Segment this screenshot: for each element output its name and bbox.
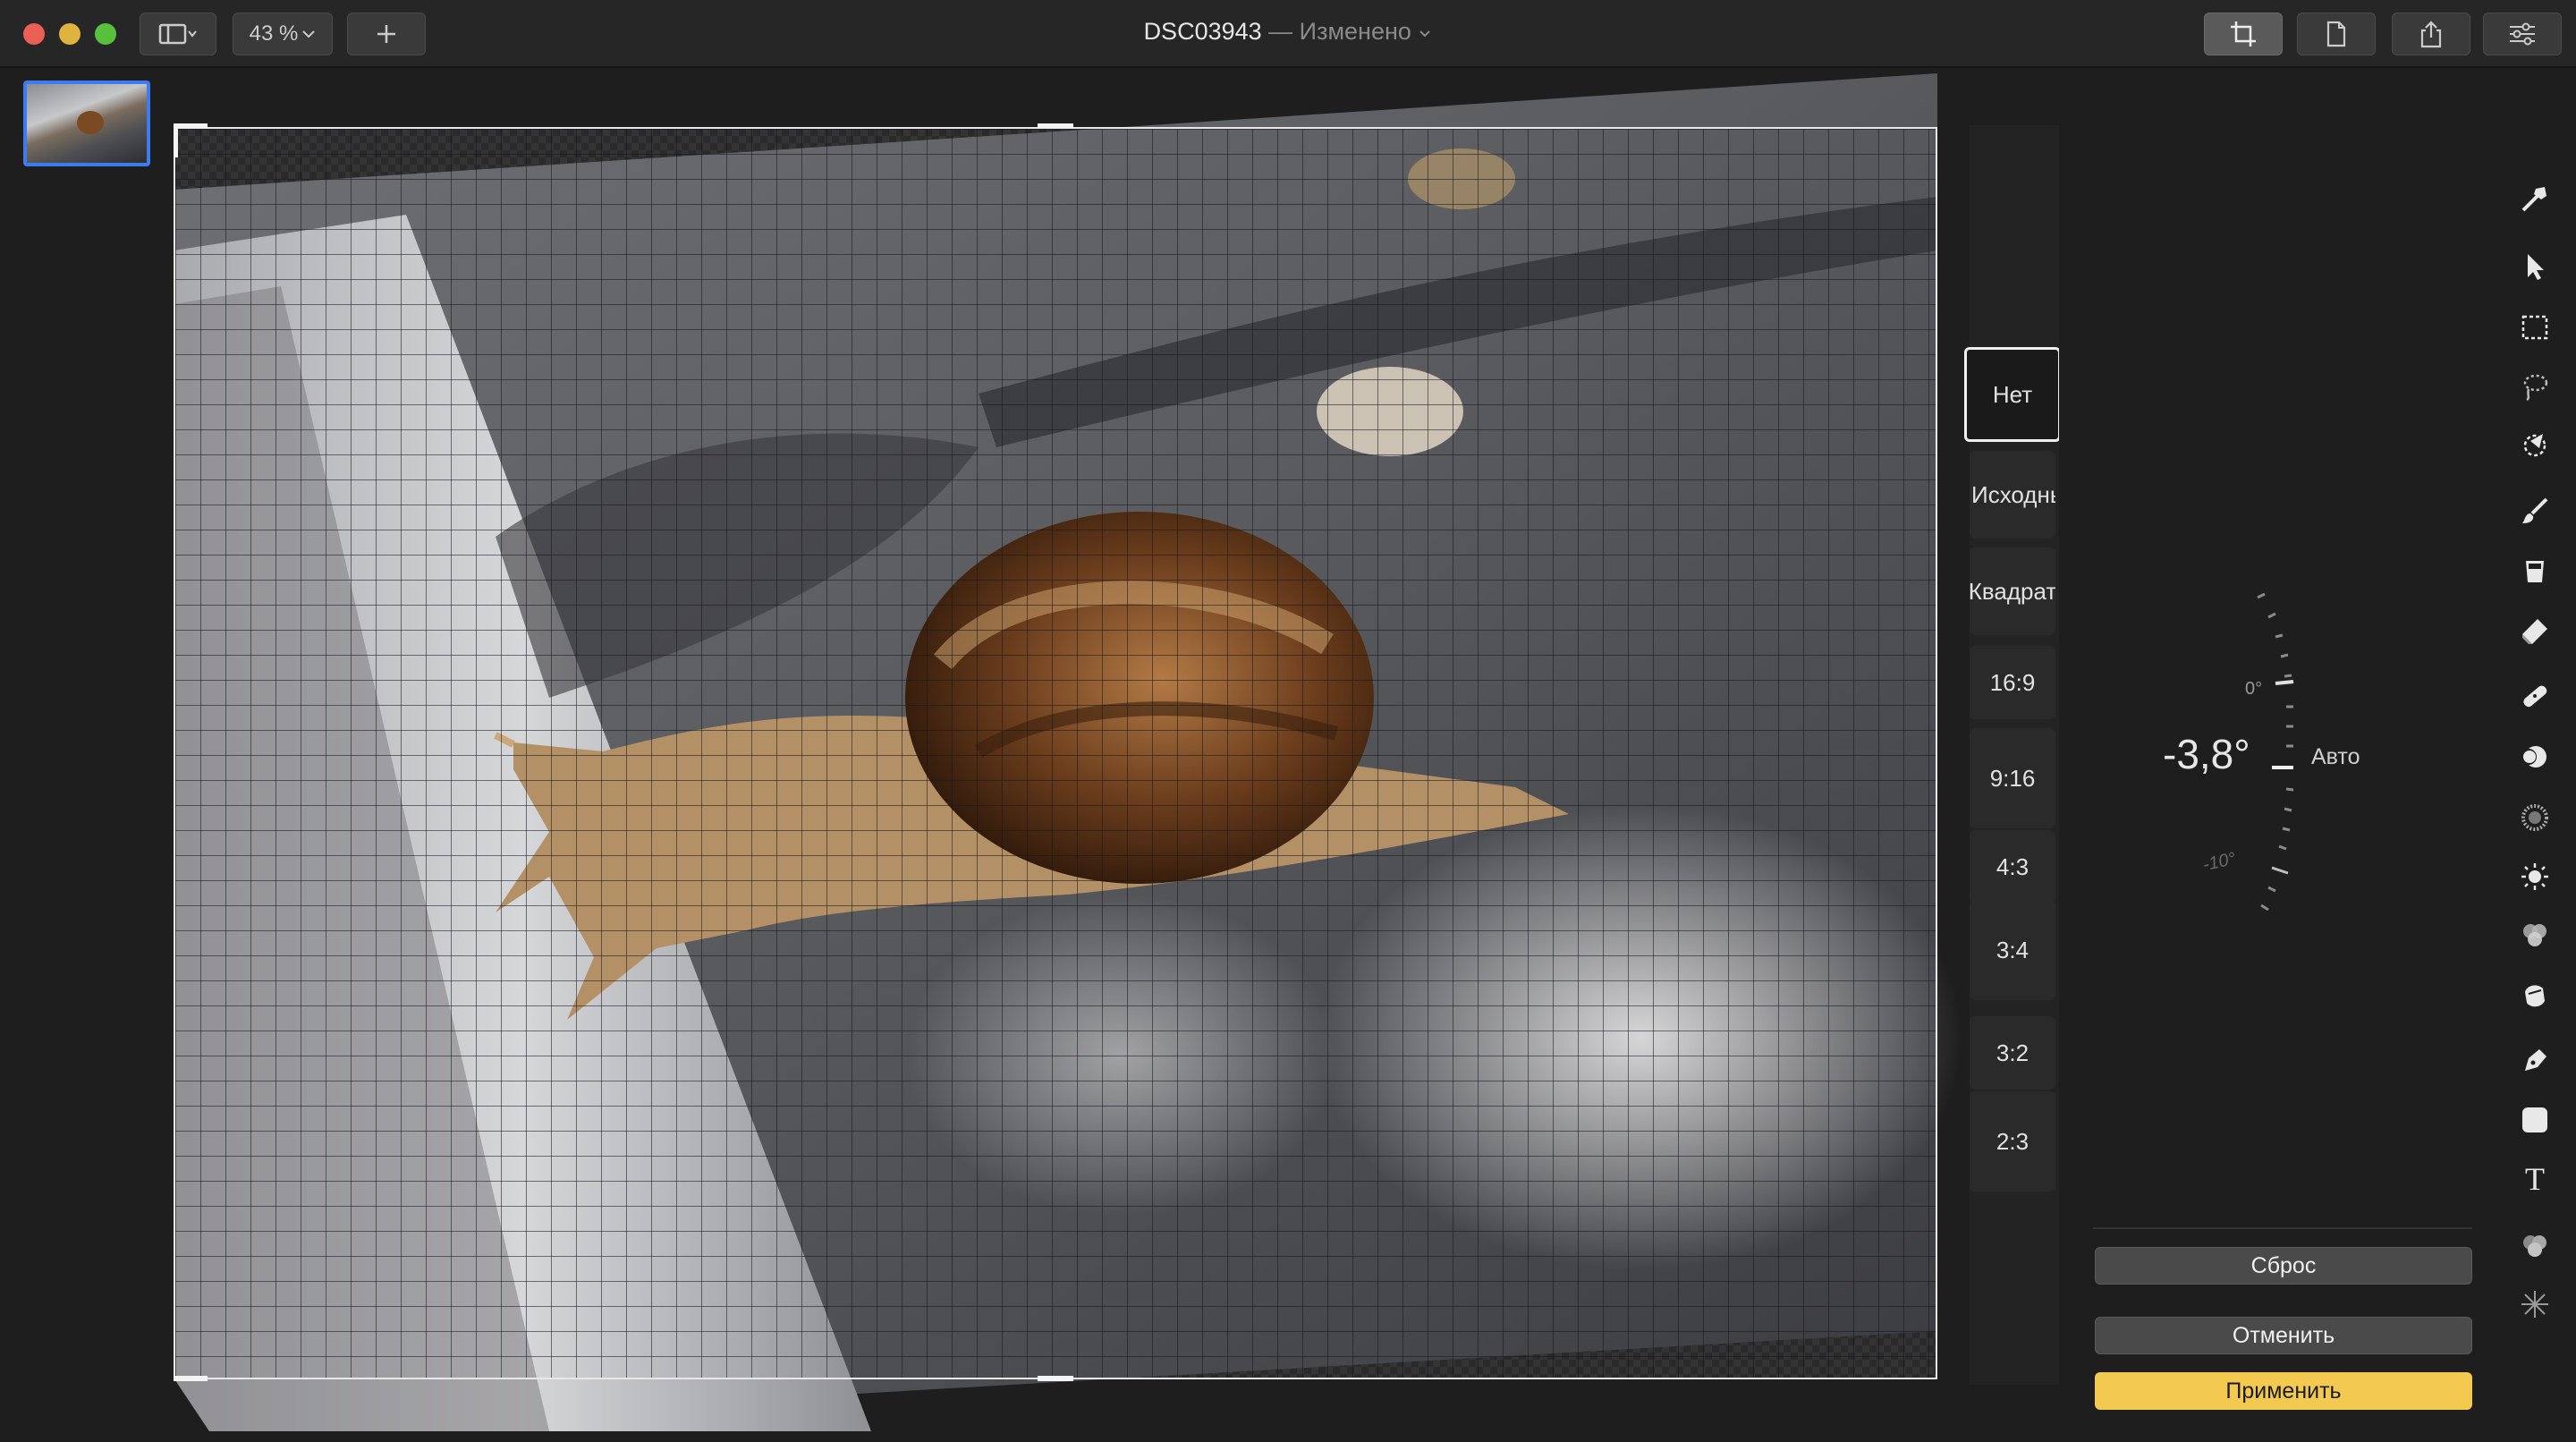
crop-handle-bottom-left[interactable] — [174, 1376, 208, 1381]
image-canvas[interactable] — [174, 72, 2055, 1431]
text-icon[interactable]: T — [2517, 1161, 2553, 1197]
chevron-down-icon — [1419, 30, 1431, 38]
document-name: DSC03943 — [1143, 18, 1262, 45]
pen-icon[interactable] — [2517, 1043, 2553, 1079]
eraser-icon[interactable] — [2517, 614, 2553, 649]
aspect-ratio-none[interactable]: Нет — [1964, 347, 2061, 442]
aspect-ratio-4-3[interactable]: 4:3 — [1970, 830, 2055, 903]
share-icon — [2420, 21, 2442, 48]
panel-separator — [2093, 1227, 2472, 1229]
aspect-ratio-square[interactable]: Квадрат — [1970, 547, 2055, 635]
rotation-angle-value: -3,8° — [2163, 731, 2250, 777]
effects-icon[interactable] — [2517, 1227, 2553, 1263]
aspect-ratio-original[interactable]: Исходный — [1970, 451, 2055, 539]
aspect-ratio-list: Нет Исходный Квадрат 16:9 9:16 4:3 3:4 3… — [1964, 125, 2061, 1385]
color-icon[interactable] — [2517, 918, 2553, 954]
crop-handle-top-left-vertical[interactable] — [174, 123, 178, 157]
document-icon — [2326, 21, 2346, 47]
apply-button[interactable]: Применить — [2095, 1372, 2472, 1410]
crop-icon — [2231, 21, 2256, 47]
aspect-ratio-16-9[interactable]: 16:9 — [1970, 646, 2055, 719]
blur-icon[interactable] — [2517, 800, 2553, 836]
rect-selection-icon[interactable] — [2517, 310, 2553, 345]
wand-icon[interactable] — [2517, 181, 2553, 216]
image-thumbnail[interactable] — [23, 81, 150, 166]
aspect-ratio-9-16[interactable]: 9:16 — [1970, 728, 2055, 828]
magic-selection-icon[interactable] — [2517, 428, 2553, 463]
aspect-ratio-2-3[interactable]: 2:3 — [1970, 1091, 2055, 1192]
adjustments-button[interactable] — [2483, 13, 2562, 55]
text-tool-glyph: T — [2525, 1161, 2545, 1197]
crop-handle-top-left[interactable] — [174, 123, 208, 128]
shape-icon[interactable] — [2517, 1102, 2553, 1138]
sparkle-icon[interactable] — [2517, 1286, 2553, 1322]
share-button[interactable] — [2392, 13, 2470, 55]
auto-straighten-button[interactable]: Авто — [2311, 744, 2360, 770]
sliders-icon — [2510, 22, 2535, 46]
title-bar: 43 % DSC03943 — Изменено — [0, 0, 2576, 68]
document-info-button[interactable] — [2297, 13, 2376, 55]
bucket-icon[interactable] — [2517, 553, 2553, 589]
arrow-pointer-icon[interactable] — [2517, 249, 2553, 284]
brush-icon[interactable] — [2517, 494, 2553, 530]
edited-status[interactable]: — Изменено — [1268, 18, 1411, 45]
aspect-ratio-3-4[interactable]: 3:4 — [1970, 900, 2055, 1000]
lasso-icon[interactable] — [2517, 369, 2553, 404]
crop-handle-bottom[interactable] — [1038, 1376, 1073, 1381]
dial-label-minus-10: -10° — [2201, 849, 2238, 875]
crop-grid[interactable] — [174, 127, 1937, 1379]
bandage-icon[interactable] — [2517, 678, 2553, 714]
crop-button[interactable] — [2204, 13, 2283, 55]
cancel-button[interactable]: Отменить — [2095, 1317, 2472, 1354]
reset-button[interactable]: Сброс — [2095, 1247, 2472, 1285]
aspect-ratio-3-2[interactable]: 3:2 — [1970, 1016, 2055, 1090]
window-title: DSC03943 — Изменено — [0, 18, 2576, 46]
dial-label-0: 0° — [2245, 679, 2262, 699]
crop-handle-top[interactable] — [1038, 123, 1073, 128]
smudge-icon[interactable] — [2517, 977, 2553, 1013]
clone-stamp-icon[interactable] — [2517, 739, 2553, 775]
light-icon[interactable] — [2517, 859, 2553, 895]
thumbnail-image-content — [77, 111, 104, 134]
